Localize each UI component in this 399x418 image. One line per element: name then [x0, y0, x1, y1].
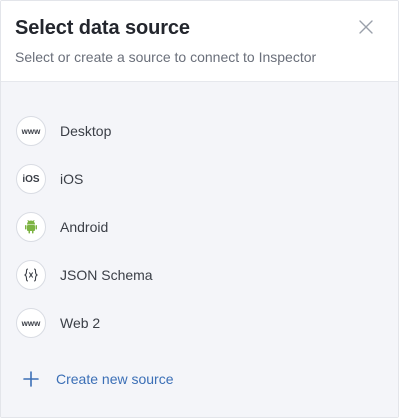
close-icon — [359, 20, 373, 34]
select-data-source-dialog: Select data source Select or create a so… — [0, 0, 399, 418]
source-item-web-2[interactable]: www Web 2 — [1, 299, 398, 347]
source-item-json-schema[interactable]: JSON Schema — [1, 251, 398, 299]
source-item-android[interactable]: Android — [1, 203, 398, 251]
ios-icon: iOS — [16, 164, 46, 194]
dialog-header: Select data source Select or create a so… — [1, 1, 398, 82]
source-label: Android — [60, 219, 109, 235]
source-label: iOS — [60, 171, 84, 187]
json-braces-icon — [16, 260, 46, 290]
source-label: Desktop — [60, 123, 112, 139]
android-icon — [16, 212, 46, 242]
dialog-body: www Desktop iOS iOS Android JSON Schema … — [1, 82, 398, 417]
source-label: Web 2 — [60, 315, 101, 331]
source-item-ios[interactable]: iOS iOS — [1, 155, 398, 203]
create-new-source-label: Create new source — [56, 371, 174, 387]
plus-icon — [22, 370, 40, 388]
source-label: JSON Schema — [60, 267, 153, 283]
www-icon: www — [16, 116, 46, 146]
source-item-desktop[interactable]: www Desktop — [1, 107, 398, 155]
dialog-title: Select data source — [15, 17, 190, 39]
source-list: www Desktop iOS iOS Android JSON Schema … — [1, 107, 398, 347]
close-button[interactable] — [358, 19, 374, 35]
create-new-source-button[interactable]: Create new source — [1, 363, 398, 395]
dialog-subtitle: Select or create a source to connect to … — [15, 49, 317, 65]
www-icon: www — [16, 308, 46, 338]
